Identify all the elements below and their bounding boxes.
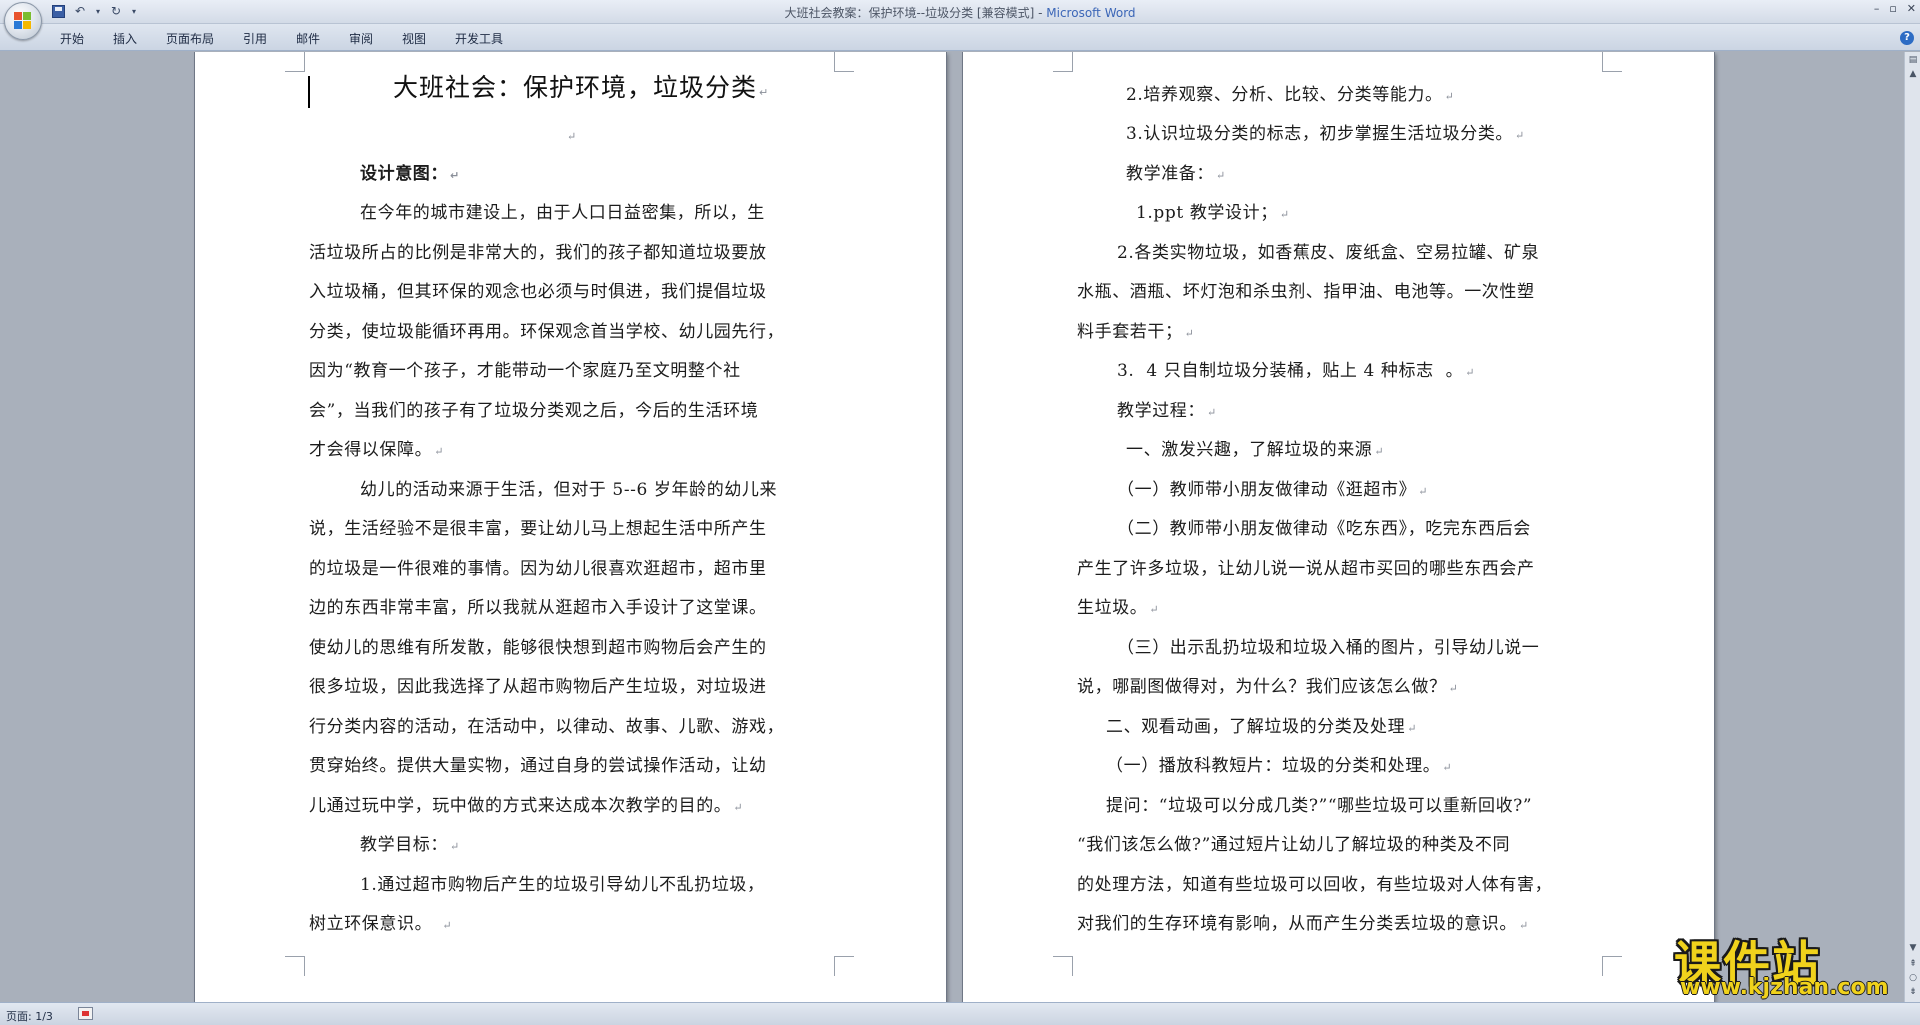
tab-review[interactable]: 审阅 [349, 30, 373, 47]
scroll-down-icon[interactable]: ▼ [1907, 942, 1919, 954]
undo-button[interactable]: ↶ [72, 3, 88, 19]
paragraph-line: 对我们的生存环境有影响，从而产生分类丢垃圾的意识。 ↵ [1077, 914, 1529, 934]
paragraph-line: 因为“教育一个孩子，才能带动一个家庭乃至文明整个社 [309, 361, 741, 381]
redo-button[interactable]: ↻ [108, 3, 124, 19]
section-heading: 设计意图： ↵ [360, 164, 460, 184]
paragraph-line: 很多垃圾，因此我选择了从超市购物后产生垃圾，对垃圾进 [309, 677, 767, 697]
tab-mailings[interactable]: 邮件 [296, 30, 320, 47]
save-icon [51, 4, 65, 18]
window-title: 大班社会教案：保护环境--垃圾分类 [兼容模式] - Microsoft Wor… [0, 4, 1920, 21]
scroll-up-icon[interactable]: ▲ [1907, 68, 1919, 80]
maximize-button[interactable]: ▫ [1889, 2, 1896, 15]
window-controls: – ▫ ✕ [1874, 2, 1916, 15]
paragraph-line: 水瓶、酒瓶、坏灯泡和杀虫剂、指甲油、电池等。一次性塑 [1077, 282, 1535, 302]
paragraph-line: 活垃圾所占的比例是非常大的，我们的孩子都知道垃圾要放 [309, 243, 767, 263]
close-button[interactable]: ✕ [1907, 2, 1916, 15]
previous-page-icon[interactable]: ⇞ [1907, 958, 1919, 970]
next-page-icon[interactable]: ⇟ [1907, 986, 1919, 998]
section-heading: 教学目标： ↵ [360, 835, 460, 855]
paragraph-line: 提问：“垃圾可以分成几类?”“哪些垃圾可以重新回收?” [1106, 796, 1533, 816]
proofing-icon[interactable] [78, 1007, 93, 1020]
paragraph-line: 的处理方法，知道有些垃圾可以回收，有些垃圾对人体有害， [1077, 875, 1553, 895]
paragraph-line: 幼儿的活动来源于生活，但对于 5--6 岁年龄的幼儿来 [360, 480, 778, 500]
office-button[interactable] [4, 2, 42, 40]
tab-developer[interactable]: 开发工具 [455, 30, 503, 47]
ruler-toggle-icon[interactable]: ▤ [1907, 54, 1919, 66]
section-heading: 教学过程： ↵ [1117, 401, 1217, 421]
tab-home[interactable]: 开始 [60, 30, 84, 47]
office-logo-icon [14, 12, 32, 30]
text-cursor [308, 76, 310, 108]
paragraph-line: “我们该怎么做?”通过短片让幼儿了解垃圾的种类及不同 [1077, 835, 1511, 855]
undo-dropdown[interactable]: ▾ [94, 3, 102, 19]
margin-corner [834, 52, 854, 72]
paragraph-line: 才会得以保障。 ↵ [309, 440, 445, 460]
undo-icon: ↶ [74, 4, 86, 18]
title-bar: ↶ ▾ ↻ ▾ 大班社会教案：保护环境--垃圾分类 [兼容模式] - Micro… [0, 0, 1920, 40]
paragraph-line: 儿通过玩中学，玩中做的方式来达成本次教学的目的。 ↵ [309, 796, 744, 816]
document-area[interactable]: 大班社会：保护环境，垃圾分类 ↵ ↵ 设计意图： ↵ 在今年的城市建设上，由于人口日… [0, 52, 1904, 1002]
tab-references[interactable]: 引用 [243, 30, 267, 47]
page-1[interactable]: 大班社会：保护环境，垃圾分类 ↵ ↵ 设计意图： ↵ 在今年的城市建设上，由于人口日… [195, 52, 946, 1002]
paragraph-line: 3. 4 只自制垃圾分装桶，贴上 4 种标志 。 ↵ [1117, 361, 1476, 381]
help-icon[interactable]: ? [1900, 31, 1914, 45]
paragraph-line: 的垃圾是一件很难的事情。因为幼儿很喜欢逛超市，超市里 [309, 559, 767, 579]
paragraph-line: 会”，当我们的孩子有了垃圾分类观之后，今后的生活环境 [309, 401, 759, 421]
paragraph-line: 说，生活经验不是很丰富，要让幼儿马上想起生活中所产生 [309, 519, 767, 539]
paragraph-line: 生垃圾。 ↵ [1077, 598, 1160, 618]
save-button[interactable] [50, 3, 66, 19]
paragraph-line: （三）出示乱扔垃圾和垃圾入桶的图片，引导幼儿说一 [1117, 638, 1540, 658]
margin-corner [1602, 956, 1622, 976]
vertical-scrollbar[interactable]: ▤ ▲ ▼ ⇞ ○ ⇟ [1904, 52, 1920, 1002]
paragraph-line: 料手套若干； ↵ [1077, 322, 1195, 342]
tab-view[interactable]: 视图 [402, 30, 426, 47]
tab-page-layout[interactable]: 页面布局 [166, 30, 214, 47]
status-bar: 页面: 1/3 [0, 1002, 1920, 1025]
app-name: Microsoft Word [1046, 6, 1136, 20]
paragraph-line: 说，哪副图做得对，为什么？我们应该怎么做？ ↵ [1077, 677, 1459, 697]
page-count[interactable]: 页面: 1/3 [6, 1008, 53, 1024]
paragraph-line: 2.各类实物垃圾，如香蕉皮、废纸盒、空易拉罐、矿泉 [1117, 243, 1540, 263]
paragraph-line: 行分类内容的活动，在活动中，以律动、故事、儿歌、游戏， [309, 717, 785, 737]
quick-access-toolbar: ↶ ▾ ↻ ▾ [50, 3, 138, 19]
paragraph-line: 1.ppt 教学设计； ↵ [1136, 203, 1290, 223]
paragraph-line: 2.培养观察、分析、比较、分类等能力。 ↵ [1126, 85, 1455, 105]
paragraph-line: 贯穿始终。提供大量实物，通过自身的尝试操作活动，让幼 [309, 756, 767, 776]
paragraph-line: 在今年的城市建设上，由于人口日益密集，所以，生 [360, 203, 765, 223]
ribbon-tabs: 开始 插入 页面布局 引用 邮件 审阅 视图 开发工具 ? [0, 24, 1920, 51]
margin-corner [1053, 52, 1073, 72]
document-heading: 大班社会：保护环境，垃圾分类 ↵ [393, 73, 770, 102]
select-browse-object-icon[interactable]: ○ [1907, 972, 1919, 984]
tab-insert[interactable]: 插入 [113, 30, 137, 47]
paragraph-line: 分类，使垃圾能循环再用。环保观念首当学校、幼儿园先行， [309, 322, 785, 342]
empty-paragraph: ↵ [567, 130, 577, 143]
paragraph-line: 边的东西非常丰富，所以我就从逛超市入手设计了这堂课。 [309, 598, 767, 618]
paragraph-line: 产生了许多垃圾，让幼儿说一说从超市买回的哪些东西会产 [1077, 559, 1535, 579]
minimize-button[interactable]: – [1874, 2, 1880, 15]
margin-corner [285, 956, 305, 976]
customize-qat-button[interactable]: ▾ [130, 3, 138, 19]
section-heading: 教学准备： ↵ [1126, 164, 1226, 184]
paragraph-line: 二、观看动画，了解垃圾的分类及处理 ↵ [1106, 717, 1418, 737]
document-title: 大班社会教案：保护环境--垃圾分类 [兼容模式] - [784, 6, 1047, 20]
margin-corner [285, 52, 305, 72]
paragraph-line: 3.认识垃圾分类的标志，初步掌握生活垃圾分类。 ↵ [1126, 124, 1525, 144]
paragraph-line: 1.通过超市购物后产生的垃圾引导幼儿不乱扔垃圾， [360, 875, 765, 895]
margin-corner [1602, 52, 1622, 72]
watermark-logo: 课件站 www.kjzhan.com [1668, 925, 1900, 1002]
paragraph-line: （一）播放科教短片：垃圾的分类和处理。 ↵ [1106, 756, 1453, 776]
paragraph-line: 树立环保意识。 ↵ [309, 914, 453, 934]
paragraph-line: 一、激发兴趣，了解垃圾的来源 ↵ [1126, 440, 1385, 460]
margin-corner [1053, 956, 1073, 976]
page-2[interactable]: 2.培养观察、分析、比较、分类等能力。 ↵ 3.认识垃圾分类的标志，初步掌握生活垃… [963, 52, 1714, 1002]
paragraph-line: （一）教师带小朋友做律动《逛超市》 ↵ [1117, 480, 1429, 500]
paragraph-line: 使幼儿的思维有所发散，能够很快想到超市购物后会产生的 [309, 638, 767, 658]
margin-corner [834, 956, 854, 976]
redo-icon: ↻ [110, 4, 122, 18]
watermark-url: www.kjzhan.com [1680, 975, 1889, 1000]
paragraph-line: （二）教师带小朋友做律动《吃东西》，吃完东西后会 [1117, 519, 1531, 539]
paragraph-line: 入垃圾桶，但其环保的观念也必须与时俱进，我们提倡垃圾 [309, 282, 767, 302]
